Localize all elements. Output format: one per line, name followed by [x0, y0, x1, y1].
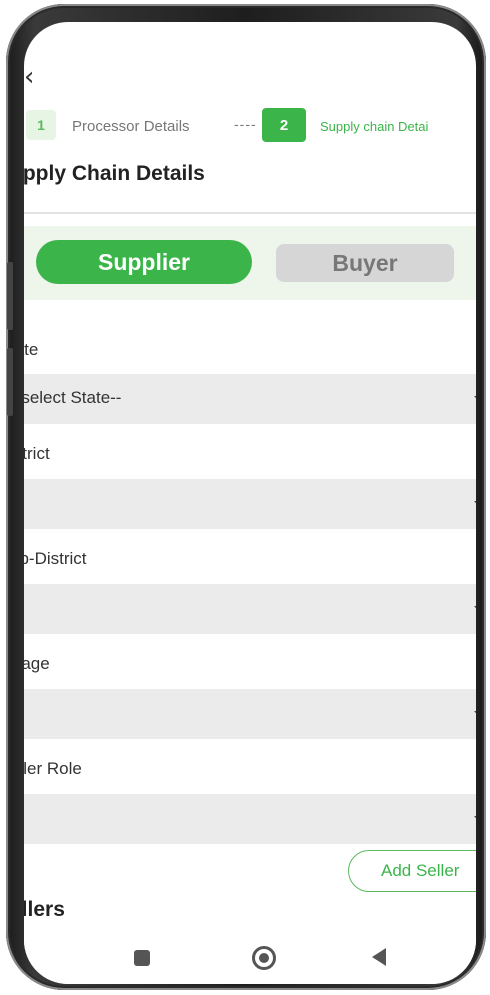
home-icon[interactable] — [252, 946, 276, 970]
chevron-down-icon — [474, 816, 476, 822]
divider — [24, 212, 476, 214]
step-connector: ---- — [234, 116, 257, 132]
tab-buyer[interactable]: Buyer — [276, 244, 454, 282]
subdistrict-select[interactable] — [24, 584, 476, 634]
chevron-down-icon — [474, 606, 476, 612]
screen: ‹ 1 Processor Details ---- 2 Supply chai… — [24, 22, 476, 984]
step-1-badge[interactable]: 1 — [26, 110, 56, 140]
stepper: 1 Processor Details ---- 2 Supply chain … — [24, 106, 476, 146]
subdistrict-label: ub-District — [24, 549, 87, 568]
state-select-value: --select State-- — [24, 388, 122, 407]
app-content: ‹ 1 Processor Details ---- 2 Supply chai… — [24, 22, 476, 984]
page-title: upply Chain Details — [24, 162, 205, 185]
volume-up-button[interactable] — [7, 262, 13, 330]
role-toggle: Supplier Buyer — [24, 226, 476, 300]
district-select[interactable] — [24, 479, 476, 529]
phone-frame: ‹ 1 Processor Details ---- 2 Supply chai… — [6, 4, 486, 990]
tab-supplier[interactable]: Supplier — [36, 240, 252, 284]
back-arrow-icon[interactable]: ‹ — [24, 62, 54, 92]
chevron-down-icon — [474, 501, 476, 507]
step-2-badge[interactable]: 2 — [262, 108, 306, 142]
village-label: illage — [24, 654, 50, 673]
district-label: istrict — [24, 444, 50, 463]
recent-apps-icon[interactable] — [134, 950, 150, 966]
volume-down-button[interactable] — [7, 348, 13, 416]
back-triangle-icon[interactable] — [372, 948, 386, 966]
step-2-label[interactable]: Supply chain Detai — [320, 119, 428, 134]
sellers-heading: ellers — [24, 898, 65, 921]
state-label: tate — [24, 340, 39, 359]
chevron-down-icon — [474, 396, 476, 402]
seller-role-select[interactable] — [24, 794, 476, 844]
chevron-down-icon — [474, 711, 476, 717]
system-nav-bar — [24, 930, 476, 984]
seller-role-label: eller Role — [24, 759, 82, 778]
step-1-label[interactable]: Processor Details — [72, 118, 190, 135]
add-seller-button[interactable]: Add Seller — [348, 850, 476, 892]
village-select[interactable] — [24, 689, 476, 739]
state-select[interactable]: --select State-- — [24, 374, 476, 424]
